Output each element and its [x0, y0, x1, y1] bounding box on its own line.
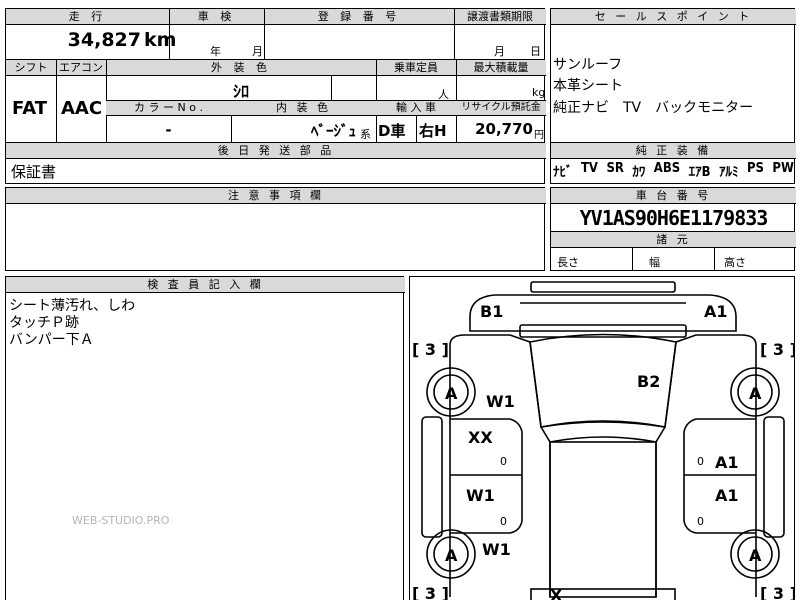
inspector-line: バンパー下Ａ [9, 332, 94, 348]
damage-mark: B2 [637, 372, 660, 391]
shift-value: FAT [12, 98, 48, 119]
capacity-header: 乗車定員 [394, 61, 438, 74]
transfer-day: 日 [530, 45, 541, 58]
vin-box: 車 台 番 号 YV1AS90H6E1179833 [550, 187, 796, 232]
color-no-header: カ ラ ー N o . [134, 101, 203, 114]
mileage-value: 34,827 [67, 29, 141, 51]
transfer-header: 譲渡書類期限 [467, 10, 533, 23]
notes-box: 注 意 事 項 欄 [5, 187, 546, 271]
damage-mark: A1 [704, 302, 728, 321]
equipment-item: ｱﾙﾐ [719, 165, 739, 180]
recycle-value: 20,770 [475, 120, 533, 138]
sales-point-line: サンルーフ [553, 57, 623, 73]
dims-header: 諸 元 [656, 233, 691, 246]
tire-mark: A [749, 546, 762, 565]
damage-mark: W1 [482, 540, 511, 559]
sales-point-line: 純正ナビ TV バックモニター [553, 100, 754, 116]
damage-mark: W1 [486, 392, 515, 411]
vin-header: 車 台 番 号 [635, 189, 712, 202]
tire-mark: A [749, 384, 762, 403]
ac-header: エアコン [59, 61, 103, 74]
maxload-unit: kg [532, 86, 546, 99]
car-outline-svg: B1 A1 B2 W1 XX A1 W1 A1 W1 X A A A A [ 3… [412, 281, 795, 600]
damage-mark: A1 [715, 486, 739, 505]
equipment-box: 純 正 装 備 ﾅﾋﾞ TV SR ｶﾜ ABS ｴｱB ｱﾙﾐ PS PW [550, 142, 796, 184]
watermark: WEB-STUDIO.PRO [72, 514, 170, 527]
capacity-unit: 人 [438, 88, 449, 101]
recycle-header: リサイクル預託金 [461, 102, 541, 113]
handle-mark: 0 [500, 515, 507, 528]
notes-header: 注 意 事 項 欄 [228, 189, 324, 202]
interior-suffix: 系 [360, 128, 371, 141]
inspection-month: 月 [252, 45, 263, 58]
damage-mark: XX [468, 428, 493, 447]
tire-mark: A [445, 384, 458, 403]
dims-length: 長さ [557, 256, 579, 269]
equipment-item: ﾅﾋﾞ [553, 165, 573, 180]
transfer-month: 月 [494, 45, 505, 58]
equipment-item: ｴｱB [688, 165, 711, 180]
vin-value: YV1AS90H6E1179833 [579, 206, 769, 230]
equipment-item: ｶﾜ [632, 165, 646, 180]
mileage-unit: km [144, 29, 177, 51]
mileage-header: 走 行 [68, 10, 107, 23]
damage-mark: W1 [466, 486, 495, 505]
inspection-year: 年 [210, 45, 221, 58]
interior-header: 内 装 色 [276, 101, 331, 114]
equipment-item: ABS [653, 161, 681, 176]
dims-box: 諸 元 長さ 幅 高さ [550, 231, 796, 271]
rear-items-box: 後 日 発 送 部 品 保証書 [5, 142, 546, 184]
import-type: D車 [378, 122, 406, 140]
interior-value: ﾍﾞｰｼﾞｭ [310, 122, 356, 140]
recycle-unit: 円 [534, 130, 544, 141]
equipment-header: 純 正 装 備 [635, 144, 712, 157]
tread-mark: [ 3 ] [760, 340, 795, 359]
tire-mark: A [445, 546, 458, 565]
spec-row: シフト エアコン 外 装 色 乗車定員 最大積載量 カ ラ ー N o . 内 … [5, 59, 546, 143]
color-value: ｼﾛ [232, 82, 249, 101]
rear-items-header: 後 日 発 送 部 品 [217, 144, 335, 157]
damage-mark: X [550, 586, 563, 600]
dims-height: 高さ [724, 256, 746, 269]
sales-points-box: セ ー ル ス ポ イ ン ト サンルーフ 本革シート 純正ナビ TV バックモ… [550, 8, 796, 143]
equipment-item: PS [746, 161, 764, 176]
equipment-item: SR [606, 161, 624, 176]
inspector-box: 検 査 員 記 入 欄 シート薄汚れ、しわ タッチＰ跡 バンパー下Ａ [5, 276, 405, 600]
handle-mark: 0 [697, 455, 704, 468]
damage-mark: A1 [715, 453, 739, 472]
maxload-header: 最大積載量 [473, 61, 529, 74]
damage-mark: B1 [480, 302, 503, 321]
tread-mark: [ 3 ] [760, 584, 795, 600]
color-no-value: - [165, 121, 172, 139]
ac-value: AAC [61, 98, 103, 119]
equipment-item: PW [772, 161, 794, 176]
rear-items-value: 保証書 [11, 163, 57, 181]
tread-mark: [ 3 ] [412, 340, 449, 359]
tread-mark: [ 3 ] [412, 584, 449, 600]
color-header: 外 装 色 [211, 61, 271, 74]
car-diagram: B1 A1 B2 W1 XX A1 W1 A1 W1 X A A A A [ 3… [409, 276, 795, 600]
sales-points-header: セ ー ル ス ポ イ ン ト [594, 10, 753, 23]
steering-value: 右H [419, 122, 447, 140]
import-header: 輸 入 車 [396, 101, 436, 114]
registration-header: 登 録 番 号 [317, 10, 401, 23]
sales-point-line: 本革シート [553, 78, 623, 94]
inspector-header: 検 査 員 記 入 欄 [147, 278, 264, 291]
top-row: 走 行 車 検 登 録 番 号 譲渡書類期限 34,827 km 年 月 月 日 [5, 8, 546, 60]
inspection-header: 車 検 [197, 10, 236, 23]
shift-header: シフト [14, 61, 48, 74]
handle-mark: 0 [500, 455, 507, 468]
dims-width: 幅 [649, 256, 660, 269]
handle-mark: 0 [697, 515, 704, 528]
equipment-item: TV [580, 161, 598, 176]
